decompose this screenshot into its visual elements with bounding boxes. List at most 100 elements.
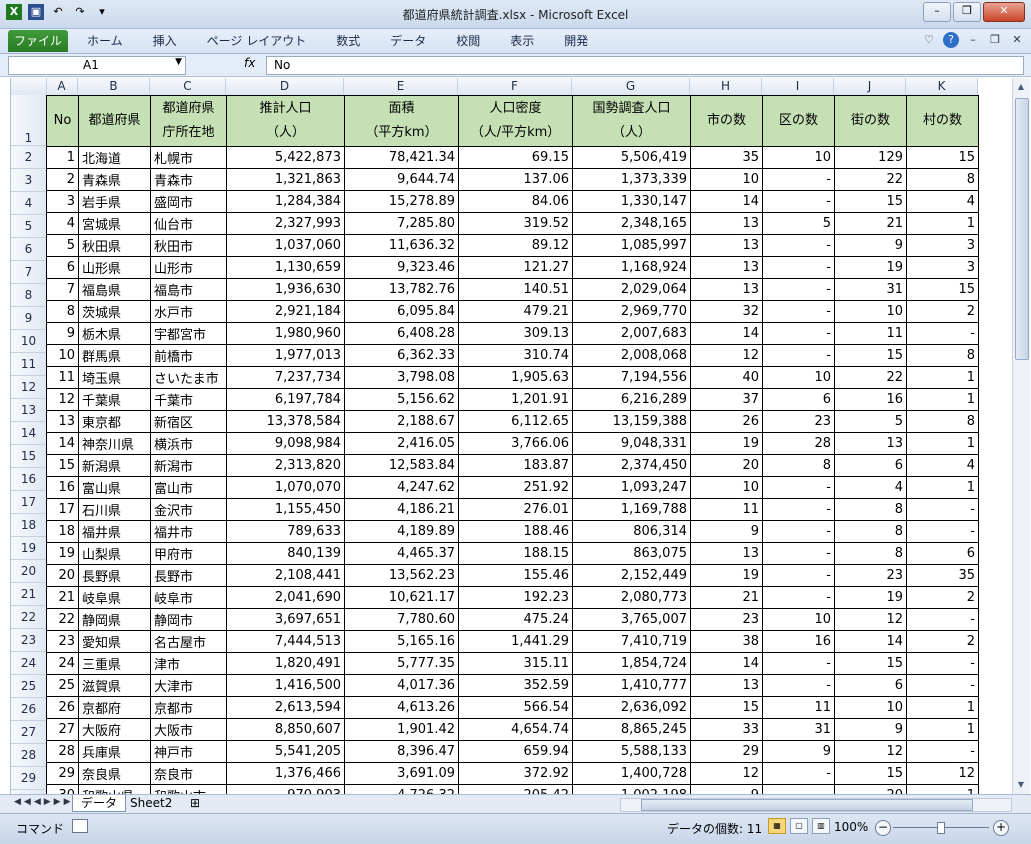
table-cell[interactable]: 2 <box>906 630 979 653</box>
row-header-12[interactable]: 12 <box>11 376 46 399</box>
table-cell[interactable]: 13,562.23 <box>344 564 459 587</box>
table-cell[interactable]: 横浜市 <box>150 432 227 455</box>
table-cell[interactable]: 7,780.60 <box>344 608 459 631</box>
table-cell[interactable]: 13 <box>834 432 907 455</box>
table-cell[interactable]: 15 <box>906 278 979 301</box>
table-cell[interactable]: 22 <box>46 608 79 631</box>
table-cell[interactable]: 806,314 <box>572 520 691 543</box>
table-cell[interactable]: 北海道 <box>78 146 151 169</box>
table-cell[interactable]: 8 <box>834 520 907 543</box>
table-cell[interactable]: 1 <box>906 476 979 499</box>
table-cell[interactable]: 10 <box>762 366 835 389</box>
table-cell[interactable]: 24 <box>46 652 79 675</box>
row-header-9[interactable]: 9 <box>11 307 46 330</box>
table-cell[interactable]: 4,726.32 <box>344 784 459 794</box>
table-cell[interactable]: 4,654.74 <box>458 718 573 741</box>
workbook-minimize-icon[interactable]: – <box>965 32 981 48</box>
table-cell[interactable]: - <box>906 608 979 631</box>
column-header-d[interactable]: D <box>226 78 344 95</box>
table-cell[interactable]: - <box>762 564 835 587</box>
table-cell[interactable]: 21 <box>690 586 763 609</box>
table-cell[interactable]: - <box>906 674 979 697</box>
table-cell[interactable]: 4 <box>46 212 79 235</box>
table-cell[interactable]: 秋田県 <box>78 234 151 257</box>
table-cell[interactable]: 2,374,450 <box>572 454 691 477</box>
table-cell[interactable]: 26 <box>46 696 79 719</box>
table-cell[interactable]: 10 <box>762 146 835 169</box>
column-header-c[interactable]: C <box>150 78 226 95</box>
table-cell[interactable]: さいたま市 <box>150 366 227 389</box>
table-cell[interactable]: 5 <box>834 410 907 433</box>
table-cell[interactable]: 4,189.89 <box>344 520 459 543</box>
table-cell[interactable]: 和歌山県 <box>78 784 151 794</box>
table-cell[interactable]: 1,085,997 <box>572 234 691 257</box>
table-cell[interactable]: 山形県 <box>78 256 151 279</box>
table-cell[interactable]: 2,921,184 <box>226 300 345 323</box>
row-header-20[interactable]: 20 <box>11 560 46 583</box>
table-cell[interactable]: 2,152,449 <box>572 564 691 587</box>
table-cell[interactable]: 10 <box>690 168 763 191</box>
table-cell[interactable]: 1 <box>906 212 979 235</box>
table-cell[interactable]: - <box>762 190 835 213</box>
table-cell[interactable]: 5,588,133 <box>572 740 691 763</box>
table-cell[interactable]: 3,691.09 <box>344 762 459 785</box>
table-cell[interactable]: 1,820,491 <box>226 652 345 675</box>
table-cell[interactable]: 静岡市 <box>150 608 227 631</box>
row-header-23[interactable]: 23 <box>11 629 46 652</box>
table-cell[interactable]: 35 <box>690 146 763 169</box>
ribbon-tab-1[interactable]: 挿入 <box>138 29 192 53</box>
table-cell[interactable]: 1,901.42 <box>344 718 459 741</box>
table-cell[interactable]: 27 <box>46 718 79 741</box>
table-cell[interactable]: 8 <box>46 300 79 323</box>
table-cell[interactable]: - <box>762 762 835 785</box>
table-cell[interactable]: 84.06 <box>458 190 573 213</box>
table-cell[interactable]: 富山県 <box>78 476 151 499</box>
table-cell[interactable]: - <box>762 498 835 521</box>
table-cell[interactable]: 10 <box>762 608 835 631</box>
row-header-26[interactable]: 26 <box>11 698 46 721</box>
table-cell[interactable]: 10 <box>690 476 763 499</box>
table-cell[interactable]: 13,782.76 <box>344 278 459 301</box>
table-cell[interactable]: 1,155,450 <box>226 498 345 521</box>
table-cell[interactable]: 1,169,788 <box>572 498 691 521</box>
table-cell[interactable]: 5 <box>46 234 79 257</box>
table-cell[interactable]: 6 <box>834 454 907 477</box>
table-cell[interactable]: 2,188.67 <box>344 410 459 433</box>
table-cell[interactable]: 1,373,339 <box>572 168 691 191</box>
table-cell[interactable]: 2,636,092 <box>572 696 691 719</box>
table-cell[interactable]: 11 <box>834 322 907 345</box>
table-cell[interactable]: 8 <box>906 168 979 191</box>
table-cell[interactable]: 静岡県 <box>78 608 151 631</box>
table-cell[interactable]: 17 <box>46 498 79 521</box>
table-cell[interactable]: 1,441.29 <box>458 630 573 653</box>
header-cell[interactable]: No <box>46 95 79 147</box>
table-cell[interactable]: 479.21 <box>458 300 573 323</box>
table-cell[interactable]: 6 <box>834 674 907 697</box>
table-cell[interactable]: 7 <box>46 278 79 301</box>
table-cell[interactable]: 863,075 <box>572 542 691 565</box>
table-cell[interactable]: 1,376,466 <box>226 762 345 785</box>
table-cell[interactable]: 4 <box>906 190 979 213</box>
table-cell[interactable]: 8 <box>834 498 907 521</box>
table-cell[interactable]: 309.13 <box>458 322 573 345</box>
table-cell[interactable]: 大阪府 <box>78 718 151 741</box>
table-cell[interactable]: 18 <box>46 520 79 543</box>
scroll-down-icon[interactable]: ▼ <box>1015 778 1027 792</box>
table-cell[interactable]: 7,410,719 <box>572 630 691 653</box>
table-cell[interactable]: 69.15 <box>458 146 573 169</box>
table-cell[interactable]: 16 <box>46 476 79 499</box>
row-header-28[interactable]: 28 <box>11 744 46 767</box>
table-cell[interactable]: 1 <box>906 366 979 389</box>
row-header-13[interactable]: 13 <box>11 399 46 422</box>
table-cell[interactable]: - <box>762 322 835 345</box>
table-cell[interactable]: 13,159,388 <box>572 410 691 433</box>
table-cell[interactable]: 188.15 <box>458 542 573 565</box>
table-cell[interactable]: 福井市 <box>150 520 227 543</box>
table-cell[interactable]: 1 <box>906 784 979 794</box>
table-cell[interactable]: 4 <box>834 476 907 499</box>
table-cell[interactable]: 19 <box>46 542 79 565</box>
ribbon-tab-2[interactable]: ページ レイアウト <box>192 29 322 53</box>
table-cell[interactable]: 6,095.84 <box>344 300 459 323</box>
table-cell[interactable]: 19 <box>690 564 763 587</box>
table-cell[interactable]: 9,048,331 <box>572 432 691 455</box>
